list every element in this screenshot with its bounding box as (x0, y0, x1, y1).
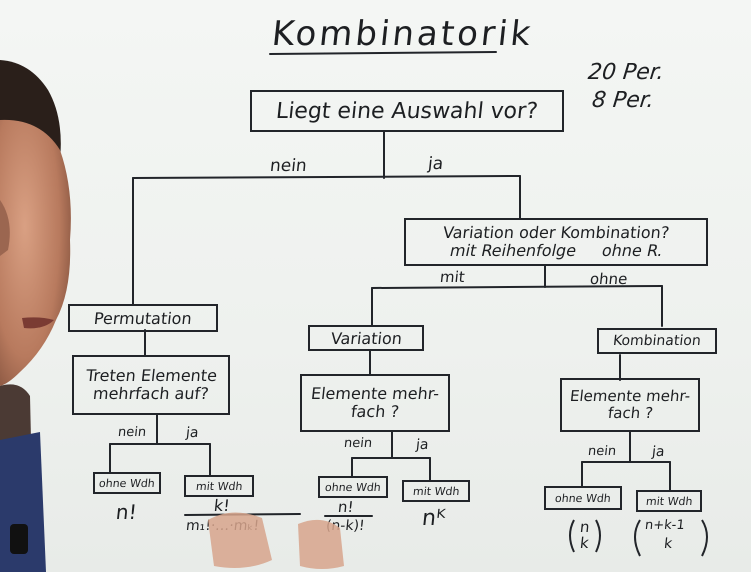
presenter-figure (0, 60, 344, 572)
whiteboard: Kombinatorik 20 Per. 8 Per. Liegt eine A… (0, 0, 751, 572)
